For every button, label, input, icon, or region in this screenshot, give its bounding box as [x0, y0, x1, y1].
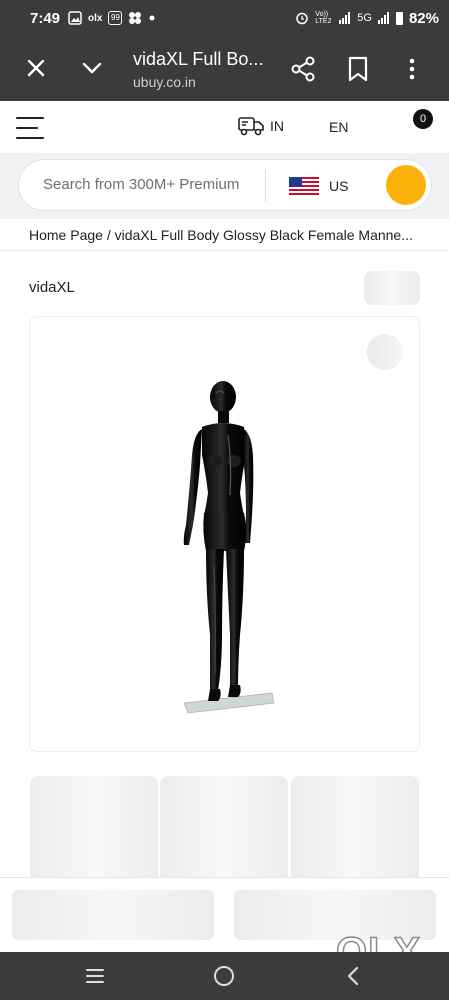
- loading-placeholder: [364, 271, 420, 305]
- pinwheel-icon: [129, 12, 142, 24]
- product-image-card[interactable]: [29, 316, 420, 752]
- breadcrumb: Home Page / vidaXL Full Body Glossy Blac…: [29, 227, 424, 243]
- site-header: IN EN 0: [0, 101, 449, 153]
- dot-icon: [149, 15, 155, 21]
- breadcrumb-current: vidaXL Full Body Glossy Black Female Man…: [114, 227, 413, 243]
- chevron-down-icon[interactable]: [80, 56, 104, 80]
- olx-notification-icon: olx: [88, 12, 103, 24]
- status-notification-icons: olx 99: [68, 11, 156, 25]
- tab-title: vidaXL Full Bo...: [133, 49, 264, 69]
- back-icon[interactable]: [345, 966, 361, 986]
- tab-url: ubuy.co.in: [133, 74, 196, 90]
- gallery-icon: [68, 11, 82, 25]
- ship-to-country: IN: [270, 118, 284, 134]
- status-system-icons: Vo)) LTE2 5G 82%: [295, 10, 439, 27]
- system-navigation-bar: [0, 952, 449, 1000]
- thumbnail-placeholder[interactable]: [30, 776, 158, 880]
- badge-99-icon: 99: [108, 11, 123, 25]
- breadcrumb-separator: /: [102, 227, 115, 243]
- status-bar: 7:49 olx 99 Vo)) LTE2 5G 82%: [0, 0, 449, 36]
- menu-icon[interactable]: [16, 117, 44, 139]
- truck-icon: [238, 117, 264, 136]
- battery-icon: [395, 11, 403, 25]
- network-label: Vo)) LTE2: [315, 11, 332, 25]
- breadcrumb-home[interactable]: Home Page: [29, 227, 103, 243]
- status-time: 7:49: [30, 9, 61, 27]
- product-image: [183, 381, 275, 714]
- ship-to-selector[interactable]: IN: [238, 115, 284, 137]
- action-button-placeholder[interactable]: [12, 890, 214, 940]
- breadcrumb-row: Home Page / vidaXL Full Body Glossy Blac…: [0, 219, 449, 251]
- recent-apps-icon[interactable]: [85, 968, 105, 984]
- battery-level: 82%: [408, 9, 439, 27]
- us-flag-icon[interactable]: [289, 177, 319, 195]
- language-selector[interactable]: EN: [329, 119, 348, 135]
- network-type: 5G: [357, 12, 372, 24]
- browser-tab-bar: vidaXL Full Bo... ubuy.co.in: [0, 36, 449, 101]
- bookmark-icon[interactable]: [346, 56, 370, 82]
- thumbnail-placeholder[interactable]: [291, 776, 419, 880]
- search-country[interactable]: US: [329, 178, 348, 194]
- search-input[interactable]: [43, 176, 253, 193]
- search-area: US: [0, 153, 449, 219]
- more-vertical-icon[interactable]: [400, 56, 424, 82]
- signal-icon-2: [377, 12, 389, 24]
- thumbnail-placeholder[interactable]: [160, 776, 288, 880]
- home-icon[interactable]: [214, 966, 234, 986]
- search-divider: [265, 170, 266, 202]
- wishlist-button[interactable]: [367, 334, 403, 370]
- alarm-icon: [296, 12, 309, 25]
- search-box: US: [18, 159, 432, 211]
- signal-icon: [339, 12, 351, 24]
- product-brand[interactable]: vidaXL: [29, 279, 75, 296]
- close-icon[interactable]: [24, 56, 48, 80]
- cart-count-badge[interactable]: 0: [413, 109, 433, 129]
- search-button[interactable]: [386, 165, 426, 205]
- share-icon[interactable]: [290, 56, 316, 82]
